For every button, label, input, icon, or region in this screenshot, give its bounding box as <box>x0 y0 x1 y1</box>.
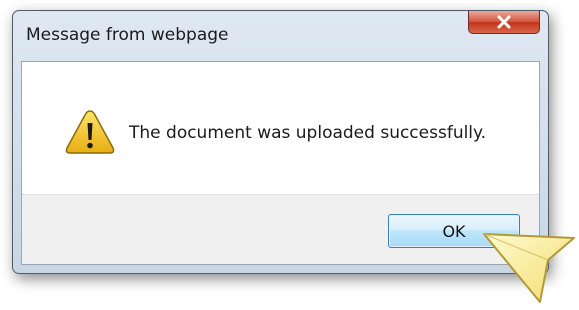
message-dialog: Message from webpage The document was up… <box>12 10 549 274</box>
warning-triangle-icon <box>65 110 115 154</box>
dialog-footer: OK <box>22 194 539 264</box>
pointer-cursor-icon <box>483 233 575 303</box>
dialog-message: The document was uploaded successfully. <box>129 123 487 143</box>
close-x-icon <box>497 15 511 29</box>
dialog-client-area: The document was uploaded successfully. … <box>21 61 540 265</box>
dialog-titlebar[interactable]: Message from webpage <box>13 11 548 59</box>
dialog-content: The document was uploaded successfully. <box>22 62 539 194</box>
close-button[interactable] <box>468 11 540 34</box>
dialog-title: Message from webpage <box>26 25 229 45</box>
